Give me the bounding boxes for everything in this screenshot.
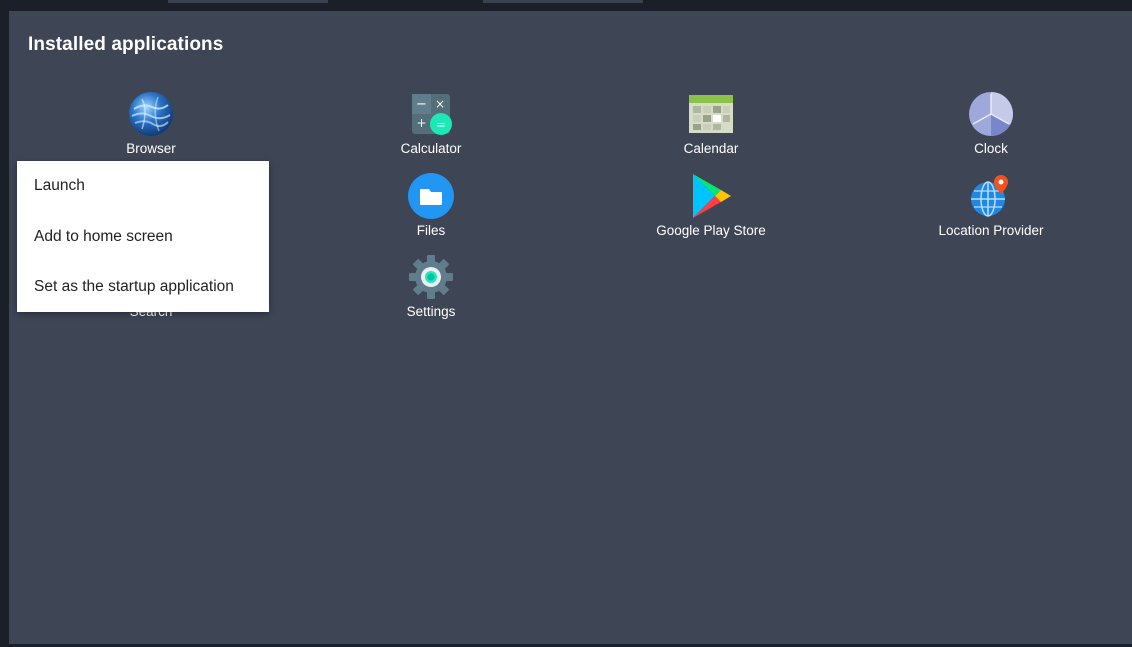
svg-text:−: − (416, 97, 427, 112)
app-label: Files (416, 223, 446, 238)
top-strip (8, 0, 1132, 8)
play-store-icon (688, 173, 734, 219)
svg-text:+: + (416, 116, 426, 130)
page-title: Installed applications (28, 34, 224, 55)
app-label: Calculator (400, 141, 462, 156)
folder-icon (408, 173, 454, 219)
app-label: Clock (974, 141, 1008, 156)
calculator-icon: − × + = (408, 91, 454, 137)
context-menu: Launch Add to home screen Set as the sta… (17, 161, 269, 312)
device-frame: Installed applications Browser − × + = C… (0, 0, 1132, 647)
browser-globe-icon (128, 91, 174, 137)
app-drawer-screen (9, 11, 1132, 644)
clock-icon (968, 91, 1014, 137)
gear-icon (408, 254, 454, 300)
app-label: Browser (126, 141, 176, 156)
menu-item-launch[interactable]: Launch (17, 161, 269, 211)
app-label: Calendar (683, 141, 739, 156)
location-globe-icon (968, 173, 1014, 219)
app-label: Location Provider (938, 223, 1044, 238)
menu-item-add-to-home-screen[interactable]: Add to home screen (17, 212, 269, 262)
svg-text:×: × (435, 97, 445, 111)
app-label: Settings (406, 304, 456, 319)
calendar-icon (688, 91, 734, 137)
svg-text:=: = (436, 118, 446, 132)
app-label: Google Play Store (656, 223, 766, 238)
menu-item-set-startup-application[interactable]: Set as the startup application (17, 262, 269, 312)
